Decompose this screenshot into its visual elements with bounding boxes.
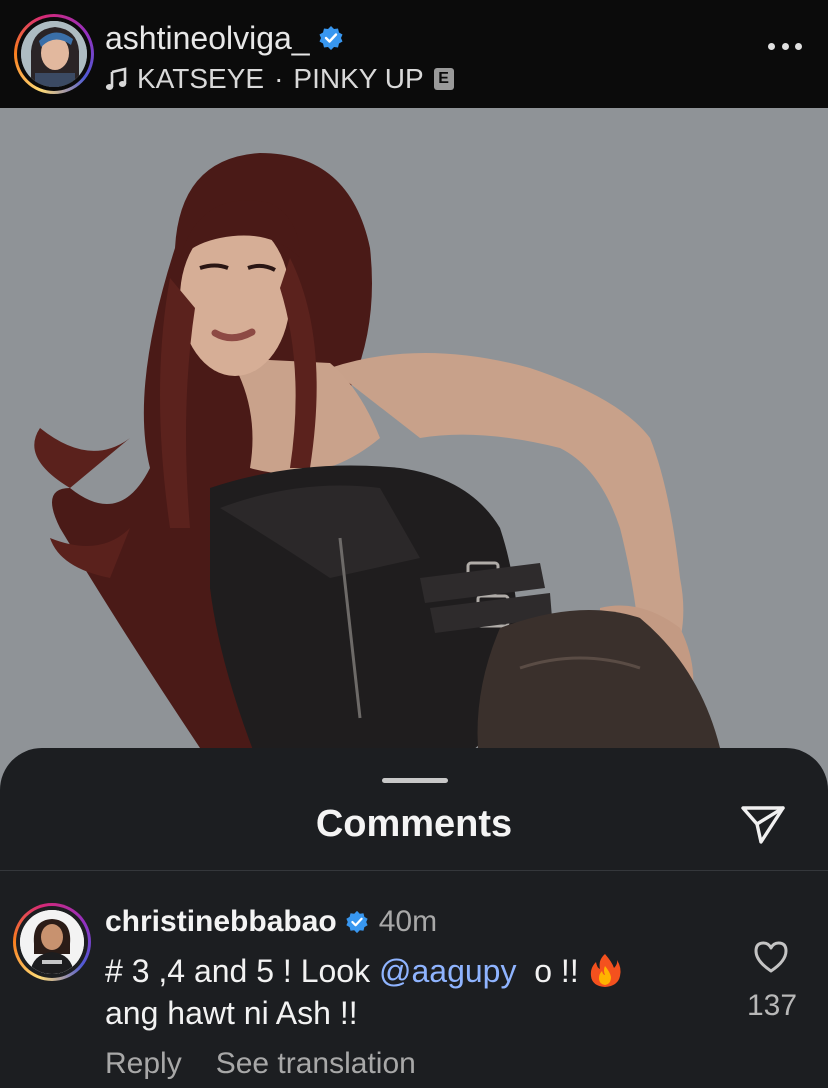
avatar-gap	[16, 906, 88, 978]
post-avatar[interactable]	[14, 14, 94, 94]
comment-text-prefix: # 3 ,4 and 5 ! Look	[105, 953, 379, 989]
avatar-gap	[17, 17, 91, 91]
comment-mention-link[interactable]: @aagupy	[379, 953, 516, 989]
reply-button[interactable]: Reply	[105, 1044, 182, 1084]
avatar-image	[21, 21, 87, 87]
music-song: PINKY UP	[293, 63, 424, 94]
music-separator: ·	[274, 63, 284, 94]
reel-screen: ashtineolviga_ KATSEYE · PINKY UP E Comm…	[0, 0, 828, 1088]
music-artist: KATSEYE	[137, 63, 265, 94]
music-attribution[interactable]: KATSEYE · PINKY UP E	[105, 62, 454, 96]
comment-avatar[interactable]	[13, 903, 91, 981]
post-username[interactable]: ashtineolviga_	[105, 18, 310, 58]
like-count: 137	[746, 989, 798, 1022]
verified-badge-icon	[319, 26, 343, 50]
post-username-row[interactable]: ashtineolviga_	[105, 18, 344, 58]
comments-title: Comments	[315, 803, 513, 845]
comment-header: christinebbabao 40m	[105, 902, 437, 942]
post-photo[interactable]	[0, 108, 828, 768]
comment-text-mid: o !!	[516, 953, 588, 989]
comment-body: # 3 ,4 and 5 ! Look @aagupy o !! ang haw…	[105, 950, 705, 1034]
ellipsis-horizontal-icon[interactable]	[768, 40, 802, 52]
fire-emoji-icon	[590, 954, 621, 987]
paper-plane-icon[interactable]	[740, 804, 786, 846]
comment-actions: Reply See translation	[105, 1044, 416, 1084]
verified-badge-icon	[346, 910, 368, 934]
comment-username[interactable]: christinebbabao	[105, 902, 337, 942]
see-translation-button[interactable]: See translation	[216, 1044, 416, 1084]
heart-outline-icon[interactable]	[753, 940, 789, 974]
comment-text-line2: ang hawt ni Ash !!	[105, 995, 358, 1031]
comment-timestamp: 40m	[378, 905, 438, 938]
portrait-illustration	[0, 108, 828, 768]
music-note-icon	[105, 67, 127, 90]
avatar-image	[20, 910, 84, 974]
sheet-grabber[interactable]	[382, 778, 448, 783]
sheet-divider	[0, 870, 828, 871]
explicit-badge: E	[433, 68, 454, 90]
post-header: ashtineolviga_ KATSEYE · PINKY UP E	[0, 0, 828, 108]
